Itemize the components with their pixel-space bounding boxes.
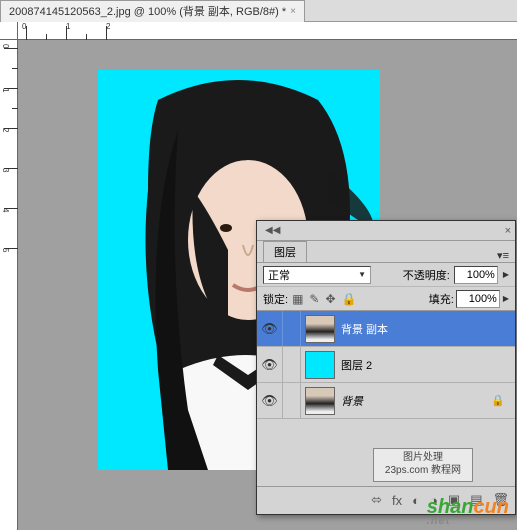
opacity-popup-icon[interactable]: ▶ xyxy=(503,270,509,279)
link-col[interactable] xyxy=(283,311,301,346)
layer-name[interactable]: 背景 xyxy=(341,393,363,409)
tab-title: 200874145120563_2.jpg @ 100% (背景 副本, RGB… xyxy=(9,3,286,19)
lock-all-icon[interactable]: 🔒 xyxy=(342,292,357,306)
tab-layers[interactable]: 图层 xyxy=(263,241,307,262)
fill-popup-icon[interactable]: ▶ xyxy=(503,294,509,303)
layer-item[interactable]: 👁 背景 副本 xyxy=(257,311,515,347)
layer-mask-icon[interactable]: ◐ xyxy=(412,493,420,508)
lock-fill-row: 锁定: ▦ ✎ ✥ 🔒 填充: 100% ▶ xyxy=(257,287,515,311)
ruler-vertical[interactable]: 0 1 2 3 4 5 xyxy=(0,40,18,530)
document-tab-bar: 200874145120563_2.jpg @ 100% (背景 副本, RGB… xyxy=(0,0,517,22)
layer-thumbnail[interactable] xyxy=(305,315,335,343)
collapse-arrows-icon[interactable]: ◀◀ xyxy=(265,225,280,236)
ruler-origin[interactable] xyxy=(0,22,18,40)
layer-style-icon[interactable]: fx xyxy=(392,493,402,508)
layer-thumbnail[interactable] xyxy=(305,387,335,415)
lock-pixels-icon[interactable]: ✎ xyxy=(309,292,319,306)
blend-mode-select[interactable]: 正常 xyxy=(263,266,371,284)
lock-label: 锁定: xyxy=(263,291,288,307)
lock-icons: ▦ ✎ ✥ 🔒 xyxy=(292,292,356,306)
layer-name[interactable]: 图层 2 xyxy=(341,357,372,373)
ruler-horizontal[interactable]: 0 1 2 xyxy=(18,22,517,40)
layer-item[interactable]: 👁 图层 2 xyxy=(257,347,515,383)
lock-transparency-icon[interactable]: ▦ xyxy=(292,292,303,306)
opacity-input[interactable]: 100% xyxy=(454,266,498,284)
link-col[interactable] xyxy=(283,347,301,382)
fill-label: 填充: xyxy=(429,291,454,307)
blend-opacity-row: 正常 不透明度: 100% ▶ xyxy=(257,263,515,287)
panel-tabs: 图层 ▾≡ xyxy=(257,241,515,263)
opacity-label: 不透明度: xyxy=(403,267,450,283)
visibility-toggle[interactable]: 👁 xyxy=(257,347,283,382)
link-layers-icon[interactable]: ⬄ xyxy=(371,492,382,508)
watermark-box: 图片处理 23ps.com 教程网 xyxy=(373,448,473,482)
eye-icon: 👁 xyxy=(261,357,278,373)
visibility-toggle[interactable]: 👁 xyxy=(257,383,283,418)
lock-icon: 🔒 xyxy=(491,394,505,407)
visibility-toggle[interactable]: 👁 xyxy=(257,311,283,346)
fill-input[interactable]: 100% xyxy=(456,290,500,308)
lock-position-icon[interactable]: ✥ xyxy=(325,292,335,306)
eye-icon: 👁 xyxy=(261,393,278,409)
layer-name[interactable]: 背景 副本 xyxy=(341,321,388,337)
watermark-line1: 图片处理 xyxy=(376,451,470,464)
layer-item[interactable]: 👁 背景 🔒 xyxy=(257,383,515,419)
panel-header[interactable]: ◀◀ × xyxy=(257,221,515,241)
blend-mode-value: 正常 xyxy=(268,267,290,283)
link-col[interactable] xyxy=(283,383,301,418)
panel-menu-icon[interactable]: ▾≡ xyxy=(497,249,509,262)
eye-icon: 👁 xyxy=(261,321,278,337)
layer-thumbnail[interactable] xyxy=(305,351,335,379)
close-icon[interactable]: × xyxy=(290,6,296,17)
site-watermark: shancun .net xyxy=(427,496,509,527)
document-tab[interactable]: 200874145120563_2.jpg @ 100% (背景 副本, RGB… xyxy=(0,0,305,22)
panel-close-icon[interactable]: × xyxy=(505,225,511,237)
watermark-line2: 23ps.com 教程网 xyxy=(376,464,470,477)
